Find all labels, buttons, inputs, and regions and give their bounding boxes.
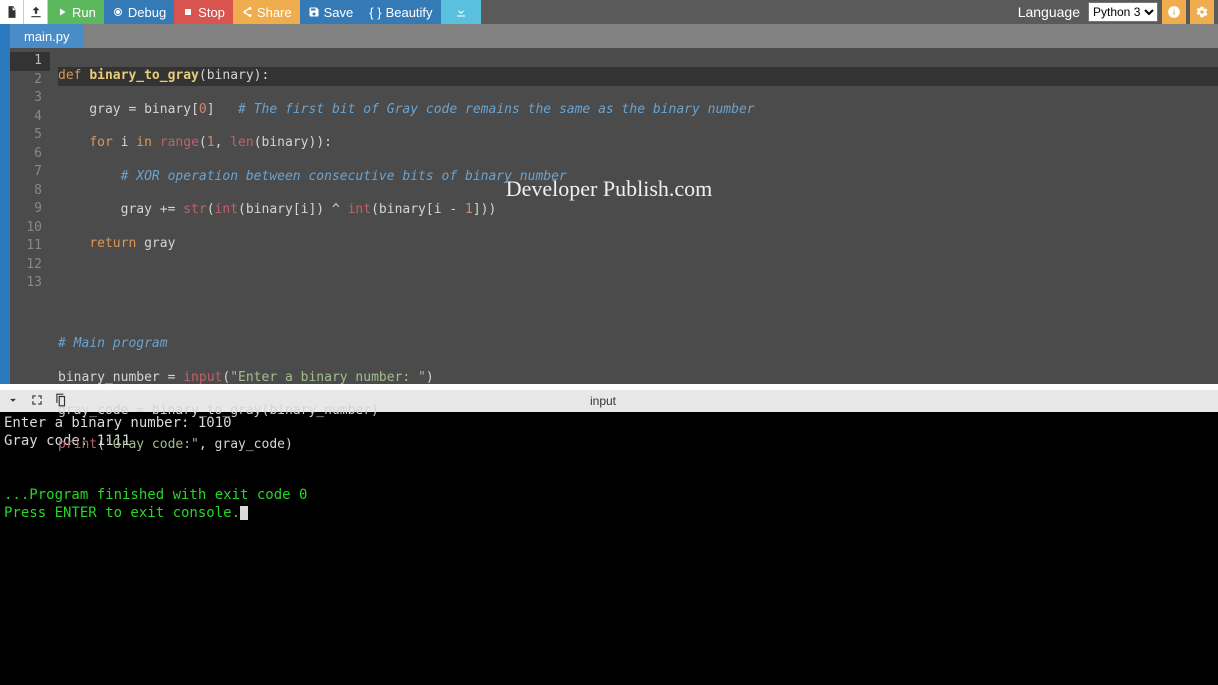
expand-icon[interactable] bbox=[30, 393, 44, 410]
toolbar-left: Run Debug Stop Share Save { } Beautify bbox=[0, 0, 481, 24]
code-line: # Main program bbox=[58, 335, 1218, 354]
beautify-button[interactable]: { } Beautify bbox=[361, 0, 440, 24]
share-button[interactable]: Share bbox=[233, 0, 300, 24]
run-button[interactable]: Run bbox=[48, 0, 104, 24]
line-number: 2 bbox=[10, 71, 50, 90]
code-line bbox=[58, 469, 1218, 488]
code-area[interactable]: def binary_to_gray(binary): gray = binar… bbox=[50, 48, 1218, 384]
share-icon bbox=[241, 6, 253, 18]
code-line bbox=[58, 268, 1218, 287]
stop-icon bbox=[182, 6, 194, 18]
line-number: 8 bbox=[10, 182, 50, 201]
language-select[interactable]: Python 3 bbox=[1088, 2, 1158, 22]
open-file-button[interactable] bbox=[24, 0, 48, 24]
line-number: 13 bbox=[10, 274, 50, 293]
gear-icon bbox=[1195, 5, 1209, 19]
code-editor[interactable]: 1 2 3 4 5 6 7 8 9 10 11 12 13 def binary… bbox=[0, 48, 1218, 384]
code-line: # XOR operation between consecutive bits… bbox=[58, 168, 1218, 187]
download-button[interactable] bbox=[441, 0, 481, 24]
line-number: 9 bbox=[10, 200, 50, 219]
debug-label: Debug bbox=[128, 5, 166, 20]
run-label: Run bbox=[72, 5, 96, 20]
beautify-label: Beautify bbox=[386, 5, 433, 20]
debug-button[interactable]: Debug bbox=[104, 0, 174, 24]
save-icon bbox=[308, 6, 320, 18]
line-gutter: 1 2 3 4 5 6 7 8 9 10 11 12 13 bbox=[10, 48, 50, 384]
file-icon bbox=[5, 5, 19, 19]
line-number: 3 bbox=[10, 89, 50, 108]
tab-main[interactable]: main.py bbox=[10, 24, 84, 48]
save-label: Save bbox=[324, 5, 354, 20]
toolbar-right: Language Python 3 bbox=[1018, 0, 1218, 24]
code-line: gray = binary[0] # The first bit of Gray… bbox=[58, 101, 1218, 120]
save-button[interactable]: Save bbox=[300, 0, 362, 24]
code-line: def binary_to_gray(binary): bbox=[58, 67, 1218, 86]
editor-left-strip bbox=[0, 48, 10, 384]
braces-icon: { } bbox=[369, 5, 381, 20]
info-button[interactable] bbox=[1162, 0, 1186, 24]
line-number: 11 bbox=[10, 237, 50, 256]
line-number: 10 bbox=[10, 219, 50, 238]
code-line: gray_code = binary_to_gray(binary_number… bbox=[58, 402, 1218, 421]
language-label: Language bbox=[1018, 4, 1080, 20]
line-number: 7 bbox=[10, 163, 50, 182]
line-number: 1 bbox=[10, 52, 50, 71]
new-file-button[interactable] bbox=[0, 0, 24, 24]
line-number: 12 bbox=[10, 256, 50, 275]
stop-button[interactable]: Stop bbox=[174, 0, 233, 24]
code-line: for i in range(1, len(binary)): bbox=[58, 134, 1218, 153]
toolbar: Run Debug Stop Share Save { } Beautify L… bbox=[0, 0, 1218, 24]
file-icon-group bbox=[0, 0, 48, 24]
code-line: return gray bbox=[58, 235, 1218, 254]
share-label: Share bbox=[257, 5, 292, 20]
download-icon bbox=[455, 6, 467, 18]
tab-label: main.py bbox=[24, 29, 70, 44]
info-icon bbox=[1167, 5, 1181, 19]
tab-bar: main.py bbox=[0, 24, 1218, 48]
line-number: 6 bbox=[10, 145, 50, 164]
left-strip bbox=[0, 24, 10, 48]
code-line: binary_number = input("Enter a binary nu… bbox=[58, 369, 1218, 388]
code-line: print("Gray code:", gray_code) bbox=[58, 436, 1218, 455]
stop-label: Stop bbox=[198, 5, 225, 20]
upload-icon bbox=[29, 5, 43, 19]
target-icon bbox=[112, 6, 124, 18]
play-icon bbox=[56, 6, 68, 18]
code-line: gray += str(int(binary[i]) ^ int(binary[… bbox=[58, 201, 1218, 220]
settings-button[interactable] bbox=[1190, 0, 1214, 24]
chevron-down-icon[interactable] bbox=[6, 393, 20, 410]
line-number: 5 bbox=[10, 126, 50, 145]
line-number: 4 bbox=[10, 108, 50, 127]
code-line bbox=[58, 302, 1218, 321]
